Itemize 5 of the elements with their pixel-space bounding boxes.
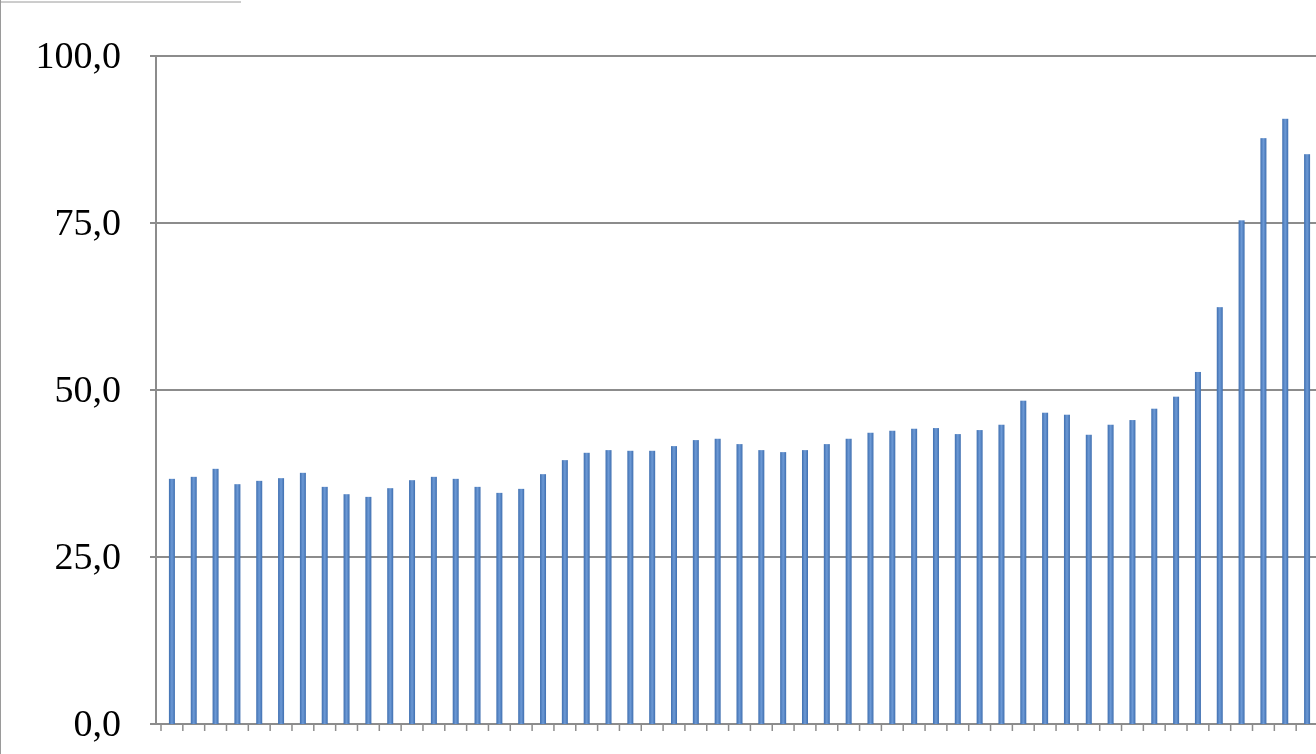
y-tick-label: 75,0 xyxy=(54,201,121,243)
y-tick-label: 100,0 xyxy=(35,34,121,76)
y-tick-label: 0,0 xyxy=(73,702,121,744)
y-tick-label: 25,0 xyxy=(54,535,121,577)
y-tick-label: 50,0 xyxy=(54,368,121,410)
